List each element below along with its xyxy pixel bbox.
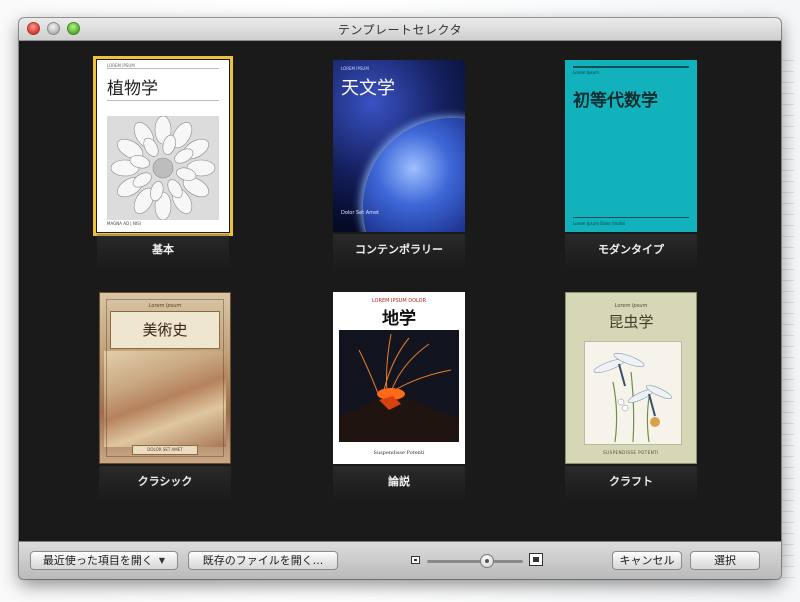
template-cover-craft[interactable]: Lorem Ipsum 昆虫学 SUSPENDISSE POTENTI bbox=[565, 292, 697, 464]
dahlia-flower-image bbox=[107, 116, 219, 220]
cover-title: 美術史 bbox=[142, 321, 188, 339]
cover-rule bbox=[573, 66, 689, 68]
cover-footer-text: Suspendisse Potenti bbox=[373, 450, 425, 456]
cover-footer-text: SUSPENDISSE POTENTI bbox=[603, 450, 659, 455]
large-image-icon[interactable] bbox=[529, 553, 543, 566]
template-label: 論説 bbox=[388, 475, 410, 488]
template-chooser-window: テンプレートセレクタ LOREM IPSUM 植物学 MAGNA AD | NI… bbox=[19, 18, 781, 579]
dragonfly-illustration bbox=[584, 341, 682, 445]
open-recent-popup-button[interactable]: 最近使った項目を開く ▼ bbox=[30, 551, 178, 570]
bottom-toolbar: 最近使った項目を開く ▼ 既存のファイルを開く... キャンセル 選択 bbox=[19, 541, 781, 579]
window-title: テンプレートセレクタ bbox=[337, 23, 463, 37]
zoom-slider-knob[interactable] bbox=[479, 554, 494, 568]
cover-rule bbox=[573, 217, 689, 218]
title-bar[interactable]: テンプレートセレクタ bbox=[19, 18, 781, 41]
cover-title: 植物学 bbox=[107, 79, 158, 99]
template-grid: LOREM IPSUM 植物学 MAGNA AD | NISI 基本 LOREM… bbox=[19, 41, 781, 541]
template-label: 基本 bbox=[152, 243, 174, 256]
template-cover-basic[interactable]: LOREM IPSUM 植物学 MAGNA AD | NISI bbox=[93, 56, 233, 236]
cover-title: 昆虫学 bbox=[608, 313, 654, 331]
template-cover-thesis[interactable]: LOREM IPSUM DOLOR 地学 Suspendisse Potenti bbox=[333, 292, 465, 464]
cover-title: 地学 bbox=[382, 309, 416, 329]
small-image-icon[interactable] bbox=[411, 556, 420, 564]
cover-title: 初等代数学 bbox=[573, 91, 658, 111]
template-cover-classic[interactable]: Lorem Ipsum 美術史 DOLOR SET AMET bbox=[99, 292, 231, 464]
choose-button[interactable]: 選択 bbox=[690, 551, 760, 570]
cover-subtitle: Lorem Ipsum bbox=[614, 303, 648, 309]
cover-subtitle: Lorem Ipsum bbox=[148, 303, 182, 309]
cover-footer-text: Dolor Set Amet bbox=[341, 210, 380, 216]
cover-footer-text: DOLOR SET AMET bbox=[132, 445, 198, 455]
cover-rule bbox=[107, 100, 219, 101]
cover-tiny-text: Lorem Ipsum bbox=[573, 70, 600, 75]
background-window-edge bbox=[782, 60, 794, 580]
open-recent-label: 最近使った項目を開く bbox=[42, 554, 153, 567]
cover-title: 天文学 bbox=[341, 78, 395, 99]
template-label: クラフト bbox=[609, 475, 653, 488]
template-label: モダンタイプ bbox=[598, 243, 664, 256]
cancel-button[interactable]: キャンセル bbox=[612, 551, 682, 570]
open-existing-file-button[interactable]: 既存のファイルを開く... bbox=[188, 551, 338, 570]
volcano-image bbox=[339, 330, 459, 442]
cover-footer-text: Lorem Ipsum Dolor Facilisi bbox=[573, 221, 626, 226]
zoom-slider-track[interactable] bbox=[427, 560, 523, 563]
template-label: コンテンポラリー bbox=[355, 243, 443, 256]
cover-rule bbox=[107, 68, 219, 69]
template-cover-contemporary[interactable]: LOREM IPSUM 天文学 Dolor Set Amet bbox=[333, 60, 465, 232]
cover-footer-text: MAGNA AD | NISI bbox=[107, 221, 141, 226]
cover-tiny-text: LOREM IPSUM bbox=[341, 66, 369, 71]
template-cover-modern-type[interactable]: Lorem Ipsum 初等代数学 Lorem Ipsum Dolor Faci… bbox=[565, 60, 697, 232]
template-label: クラシック bbox=[137, 475, 193, 488]
chevron-down-icon: ▼ bbox=[158, 556, 166, 565]
